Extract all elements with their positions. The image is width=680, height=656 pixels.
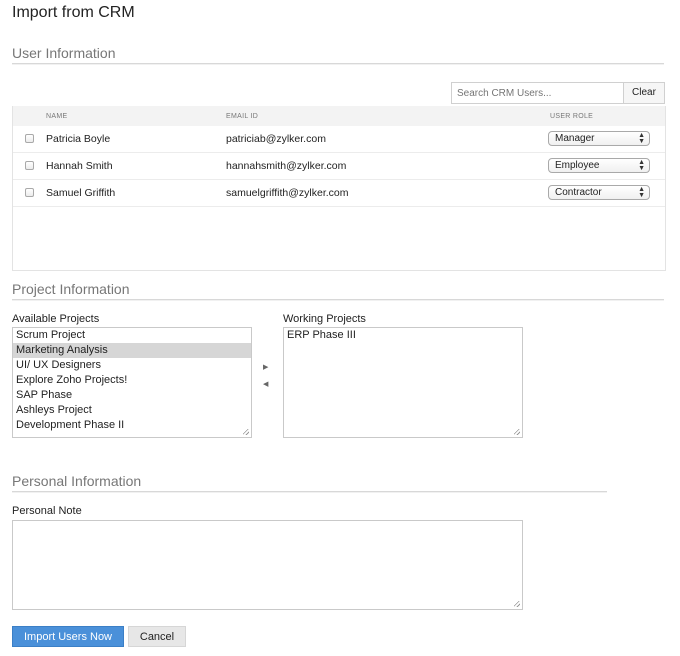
personal-info-heading: Personal Information bbox=[12, 473, 142, 489]
user-name: Hannah Smith bbox=[46, 160, 113, 172]
working-projects-list[interactable]: ERP Phase III bbox=[283, 327, 523, 438]
resize-grip-icon[interactable] bbox=[514, 429, 520, 435]
clear-button[interactable]: Clear bbox=[624, 83, 664, 103]
list-item-selected[interactable]: Marketing Analysis bbox=[13, 343, 251, 358]
resize-grip-icon[interactable] bbox=[514, 601, 520, 607]
available-projects-label: Available Projects bbox=[12, 313, 100, 325]
list-item[interactable]: Scrum Project bbox=[13, 328, 251, 343]
list-item[interactable]: SAP Phase bbox=[13, 388, 251, 403]
list-item[interactable]: UI/ UX Designers bbox=[13, 358, 251, 373]
project-info-divider bbox=[12, 299, 664, 301]
user-email: hannahsmith@zylker.com bbox=[226, 160, 347, 172]
table-row: Hannah Smith hannahsmith@zylker.com Empl… bbox=[13, 153, 665, 180]
user-checkbox[interactable] bbox=[25, 161, 34, 170]
select-arrows-icon: ▲ ▼ bbox=[638, 159, 645, 172]
user-email: samuelgriffith@zylker.com bbox=[226, 187, 349, 199]
move-left-arrow-icon[interactable]: ◀ bbox=[263, 380, 268, 388]
cancel-button[interactable]: Cancel bbox=[128, 626, 186, 647]
select-arrows-icon: ▲ ▼ bbox=[638, 186, 645, 199]
user-role-select[interactable]: Manager ▲ ▼ bbox=[548, 131, 650, 146]
user-checkbox[interactable] bbox=[25, 188, 34, 197]
select-arrows-icon: ▲ ▼ bbox=[638, 132, 645, 145]
project-info-heading: Project Information bbox=[12, 281, 130, 297]
import-users-button[interactable]: Import Users Now bbox=[12, 626, 124, 647]
list-item[interactable]: Ashleys Project bbox=[13, 403, 251, 418]
user-role-select[interactable]: Contractor ▲ ▼ bbox=[548, 185, 650, 200]
user-role-value: Employee bbox=[555, 160, 600, 171]
user-name: Samuel Griffith bbox=[46, 187, 116, 199]
list-item[interactable]: Explore Zoho Projects! bbox=[13, 373, 251, 388]
crm-user-search: Clear bbox=[451, 82, 665, 104]
available-projects-list[interactable]: Scrum Project Marketing Analysis UI/ UX … bbox=[12, 327, 252, 438]
user-role-value: Contractor bbox=[555, 187, 602, 198]
move-right-arrow-icon[interactable]: ▶ bbox=[263, 363, 268, 371]
user-name: Patricia Boyle bbox=[46, 133, 111, 145]
search-input[interactable] bbox=[452, 83, 624, 103]
page-title: Import from CRM bbox=[12, 4, 135, 21]
user-info-divider bbox=[12, 63, 664, 65]
working-projects-label: Working Projects bbox=[283, 313, 366, 325]
user-email: patriciab@zylker.com bbox=[226, 133, 326, 145]
user-role-select[interactable]: Employee ▲ ▼ bbox=[548, 158, 650, 173]
list-item[interactable]: ERP Phase III bbox=[284, 328, 522, 343]
personal-info-divider bbox=[12, 491, 607, 493]
crm-users-table: NAME EMAIL ID USER ROLE Patricia Boyle p… bbox=[12, 106, 666, 271]
user-role-value: Manager bbox=[555, 133, 595, 144]
table-row: Samuel Griffith samuelgriffith@zylker.co… bbox=[13, 180, 665, 207]
resize-grip-icon[interactable] bbox=[243, 429, 249, 435]
table-row: Patricia Boyle patriciab@zylker.com Mana… bbox=[13, 126, 665, 153]
personal-note-label: Personal Note bbox=[12, 505, 82, 517]
table-header: NAME EMAIL ID USER ROLE bbox=[13, 106, 665, 126]
user-checkbox[interactable] bbox=[25, 134, 34, 143]
column-header-email: EMAIL ID bbox=[226, 113, 259, 120]
user-info-heading: User Information bbox=[12, 45, 116, 61]
list-item[interactable]: Development Phase II bbox=[13, 418, 251, 433]
personal-note-field[interactable] bbox=[12, 520, 523, 610]
column-header-name: NAME bbox=[46, 113, 68, 120]
column-header-role: USER ROLE bbox=[550, 113, 594, 120]
